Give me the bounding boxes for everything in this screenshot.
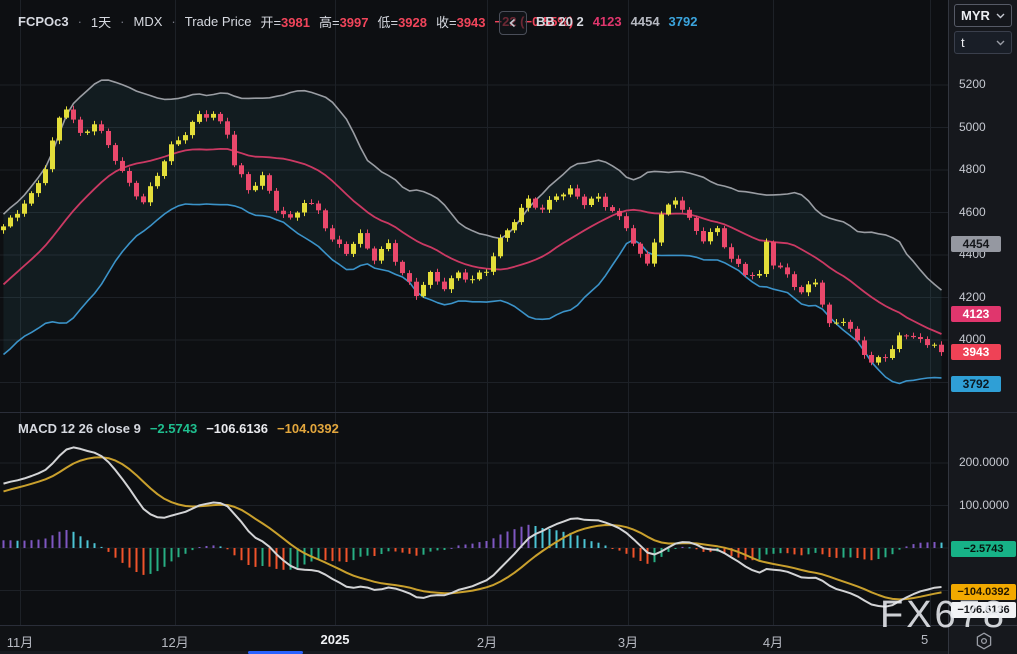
symbol-name: FCPOc3	[18, 14, 69, 29]
pane-divider[interactable]	[949, 412, 1017, 413]
settings-icon[interactable]	[974, 631, 994, 651]
macd-badge: −104.0392	[951, 584, 1016, 600]
trading-chart-window: FCPOc3 · 1天 · MDX · Trade Price 开=3981 高…	[0, 0, 1017, 654]
ohlc-low: 低=3928	[377, 12, 427, 31]
symbol-legend[interactable]: FCPOc3 · 1天 · MDX · Trade Price 开=3981 高…	[18, 12, 573, 31]
time-axis[interactable]: 11月12月20252月3月4月5月	[0, 625, 948, 654]
bb-lower-value: 3792	[669, 14, 698, 29]
chevron-down-icon	[996, 13, 1005, 19]
macd-badge: −2.5743	[951, 541, 1016, 557]
macd-hist-value: −2.5743	[150, 421, 197, 436]
price-badge: 3792	[951, 376, 1001, 392]
time-tick-label: 2025	[321, 632, 350, 647]
macd-line-value: −106.6136	[206, 421, 268, 436]
macd-tick-label: 100.0000	[959, 498, 1009, 512]
chart-canvas[interactable]	[0, 0, 948, 654]
currency-label: MYR	[961, 8, 990, 23]
price-tick-label: 4600	[959, 205, 986, 219]
time-tick-label: 2月	[477, 632, 497, 651]
axis-settings-corner[interactable]	[949, 625, 1017, 654]
price-badge: 3943	[951, 344, 1001, 360]
currency-dropdown[interactable]: MYR	[954, 4, 1012, 27]
series-type-label: Trade Price	[185, 14, 252, 29]
chevron-left-icon	[507, 17, 519, 29]
macd-title: MACD 12 26 close 9	[18, 421, 141, 436]
legend-separator: ·	[120, 14, 124, 29]
ohlc-close: 收=3943	[436, 12, 486, 31]
bb-basis-value: 4123	[593, 14, 622, 29]
time-tick-label: 4月	[763, 632, 783, 651]
price-badge: 4454	[951, 236, 1001, 252]
price-badge: 4123	[951, 306, 1001, 322]
time-tick-label: 11月	[7, 632, 34, 651]
legend-separator: ·	[78, 14, 82, 29]
chevron-down-icon	[996, 40, 1005, 46]
price-tick-label: 5000	[959, 120, 986, 134]
ohlc-high: 高=3997	[319, 12, 369, 31]
price-tick-label: 5200	[959, 77, 986, 91]
exchange-label: MDX	[134, 14, 163, 29]
time-tick-label: 12月	[161, 632, 188, 651]
macd-signal-value: −104.0392	[277, 421, 339, 436]
price-axis[interactable]: MYR t 5200500048004600440042004000200.00…	[948, 0, 1017, 654]
macd-badge: −106.6136	[951, 602, 1016, 618]
collapse-legend-button[interactable]	[499, 11, 527, 35]
macd-legend[interactable]: MACD 12 26 close 9 −2.5743 −106.6136 −10…	[18, 421, 339, 436]
time-tick-label: 3月	[618, 632, 638, 651]
legend-separator: ·	[171, 14, 175, 29]
unit-dropdown[interactable]: t	[954, 31, 1012, 54]
bb-title: BB 20 2	[536, 14, 584, 29]
macd-tick-label: 200.0000	[959, 455, 1009, 469]
price-tick-label: 4200	[959, 290, 986, 304]
bb-legend[interactable]: BB 20 2 4123 4454 3792	[536, 14, 697, 29]
ohlc-open: 开=3981	[260, 12, 310, 31]
bb-upper-value: 4454	[631, 14, 660, 29]
interval-label: 1天	[91, 12, 111, 31]
price-tick-label: 4800	[959, 162, 986, 176]
unit-label: t	[961, 35, 965, 50]
